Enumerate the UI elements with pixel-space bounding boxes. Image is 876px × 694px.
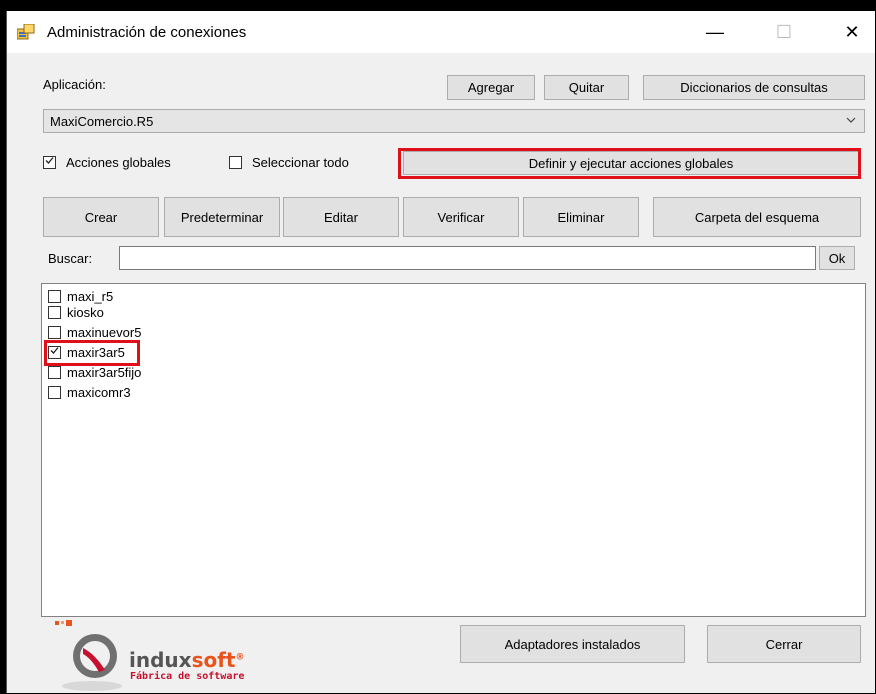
application-dropdown-value: MaxiComercio.R5	[50, 114, 154, 129]
global-actions-label: Acciones globales	[66, 155, 171, 170]
highlight-annotation	[44, 340, 140, 366]
list-item-checkbox[interactable]	[48, 385, 61, 399]
global-actions-checkbox[interactable]: Acciones globales	[43, 155, 171, 170]
connections-list[interactable]: maxi_r5 kiosko maxinuevor5 maxir3ar5 max…	[41, 283, 866, 617]
select-all-checkbox-box[interactable]	[229, 156, 242, 169]
title-bar[interactable]: Administración de conexiones — ☐ ✕	[7, 11, 875, 53]
list-item[interactable]: maxicomr3	[48, 384, 131, 400]
select-all-checkbox[interactable]: Seleccionar todo	[229, 155, 349, 170]
chevron-down-icon	[846, 117, 856, 123]
connections-window-icon	[17, 24, 35, 40]
search-label: Buscar:	[48, 251, 93, 266]
list-item-label: maxicomr3	[67, 384, 131, 400]
list-item[interactable]: kiosko	[48, 304, 104, 320]
logo-name-main: indux	[129, 648, 192, 672]
search-ok-button[interactable]: Ok	[819, 246, 855, 270]
application-label: Aplicación:	[43, 77, 106, 92]
select-all-label: Seleccionar todo	[252, 155, 349, 170]
list-item-label: kiosko	[67, 304, 104, 320]
list-item-checkbox[interactable]	[48, 305, 61, 319]
logo-mark-icon	[55, 620, 122, 691]
logo-tagline: Fábrica de software	[130, 671, 245, 682]
list-item-label: maxir3ar5fijo	[67, 364, 142, 380]
induxsoft-logo: induxsoft® Fábrica de software	[47, 618, 287, 694]
list-item-checkbox[interactable]	[48, 289, 61, 303]
remove-button[interactable]: Quitar	[544, 75, 629, 100]
query-dictionaries-button[interactable]: Diccionarios de consultas	[643, 75, 865, 100]
logo-name: induxsoft®	[129, 648, 244, 672]
close-button[interactable]: Cerrar	[707, 625, 861, 663]
set-default-button[interactable]: Predeterminar	[164, 197, 280, 237]
search-input[interactable]	[119, 246, 816, 270]
highlight-annotation	[398, 148, 861, 179]
add-button[interactable]: Agregar	[447, 75, 535, 100]
list-item-checkbox[interactable]	[48, 325, 61, 339]
list-item-label: maxinuevor5	[67, 324, 142, 340]
maximize-button[interactable]: ☐	[761, 17, 807, 47]
edit-button[interactable]: Editar	[283, 197, 399, 237]
list-item[interactable]: maxi_r5	[48, 288, 113, 304]
application-dropdown[interactable]: MaxiComercio.R5	[43, 109, 865, 133]
list-item[interactable]: maxinuevor5	[48, 324, 141, 340]
create-button[interactable]: Crear	[43, 197, 159, 237]
list-item-label: maxi_r5	[67, 288, 114, 304]
schema-folder-button[interactable]: Carpeta del esquema	[653, 197, 861, 237]
logo-name-accent: soft	[191, 648, 236, 672]
delete-button[interactable]: Eliminar	[523, 197, 639, 237]
global-actions-checkbox-box[interactable]	[43, 156, 56, 169]
connections-window: Administración de conexiones — ☐ ✕ Aplic…	[6, 11, 875, 693]
list-item[interactable]: maxir3ar5fijo	[48, 364, 141, 380]
verify-button[interactable]: Verificar	[403, 197, 519, 237]
check-icon	[45, 157, 54, 164]
installed-adapters-button[interactable]: Adaptadores instalados	[460, 625, 685, 663]
list-item-checkbox[interactable]	[48, 365, 61, 379]
minimize-button[interactable]: —	[692, 17, 738, 47]
close-window-button[interactable]: ✕	[829, 17, 875, 47]
window-title: Administración de conexiones	[47, 24, 247, 41]
logo-registered-mark: ®	[235, 652, 245, 663]
